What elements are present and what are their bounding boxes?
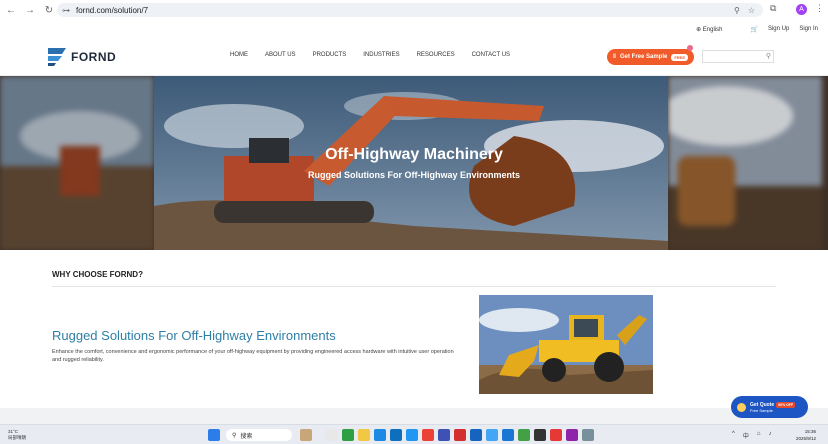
get-free-sample-button[interactable]: ǁ Get Free Sample FREE xyxy=(607,49,694,65)
app-icon[interactable] xyxy=(582,429,594,441)
volume-icon[interactable]: ♪ xyxy=(768,431,771,440)
quote-avatar-icon xyxy=(737,402,746,412)
wps-icon[interactable] xyxy=(454,429,466,441)
app-icon[interactable] xyxy=(550,429,562,441)
network-icon[interactable]: ⌂ xyxy=(757,431,761,440)
url-text: fornd.com/solution/7 xyxy=(76,5,149,15)
backhoe-loader-image xyxy=(479,295,653,394)
hero-subtitle: Rugged Solutions For Off-Highway Environ… xyxy=(307,170,520,180)
hero-title: Off-Highway Machinery xyxy=(325,146,503,163)
file-explorer-icon[interactable] xyxy=(358,429,370,441)
signin-link[interactable]: Sign In xyxy=(799,26,818,32)
quote-title: Get Quote xyxy=(750,401,775,408)
language-selector[interactable]: ⊕ English xyxy=(696,26,732,33)
extensions-icon[interactable]: ⧉ xyxy=(770,3,776,14)
app-icon[interactable] xyxy=(566,429,578,441)
forward-icon[interactable]: → xyxy=(22,2,38,18)
nav-contact-us[interactable]: CONTACT US xyxy=(472,52,510,58)
section-title: Rugged Solutions For Off-Highway Environ… xyxy=(52,328,336,343)
app-icon[interactable] xyxy=(534,429,546,441)
site-header: FORND HOME ABOUT US PRODUCTS INDUSTRIES … xyxy=(0,38,828,76)
search-icon[interactable]: ⚲ xyxy=(766,52,771,60)
system-tray: ^ 中 ⌂ ♪ xyxy=(732,431,771,440)
free-tag: FREE xyxy=(671,53,689,61)
taskbar-search-icon: ⚲ xyxy=(232,432,237,439)
nav-about-us[interactable]: ABOUT US xyxy=(265,52,296,58)
app-icon[interactable] xyxy=(300,429,312,441)
nav-products[interactable]: PRODUCTS xyxy=(313,52,347,58)
taskbar-start xyxy=(208,429,220,441)
nav-resources[interactable]: RESOURCES xyxy=(417,52,455,58)
app-icon[interactable] xyxy=(438,429,450,441)
hero-banner: Off-Highway Machinery Rugged Solutions F… xyxy=(0,76,828,250)
edge-browser-icon[interactable] xyxy=(374,429,386,441)
sample-button-label: Get Free Sample xyxy=(619,54,668,60)
clock-date: 2025/9/12 xyxy=(796,436,817,441)
nav-home[interactable]: HOME xyxy=(230,52,248,58)
nav-industries[interactable]: INDUSTRIES xyxy=(363,52,399,58)
logo-text: FORND xyxy=(71,50,117,64)
windows-start-icon[interactable] xyxy=(208,429,220,441)
app-icon[interactable] xyxy=(518,429,530,441)
taskbar-search-label: 搜索 xyxy=(240,433,253,440)
quote-sub: Free Sample xyxy=(750,407,773,413)
browser-menu-icon[interactable]: ⋮ xyxy=(815,3,824,14)
taskbar-search[interactable]: ⚲ 搜索 xyxy=(226,429,292,441)
profile-avatar[interactable]: A xyxy=(796,4,807,15)
site-info-icon[interactable]: ⊶ xyxy=(62,6,70,15)
tray-chevron-icon[interactable]: ^ xyxy=(732,431,735,440)
chrome-icon[interactable] xyxy=(422,429,434,441)
signup-link[interactable]: Sign Up xyxy=(768,26,789,32)
quote-badge: 90% OFF xyxy=(776,401,796,408)
get-quote-widget[interactable]: Get Quote 90% OFF Free Sample xyxy=(731,396,808,418)
site-topbar: ⊕ English 🛒 Sign Up Sign In xyxy=(0,20,828,38)
reload-icon[interactable]: ↻ xyxy=(41,2,57,18)
app-icon[interactable] xyxy=(390,429,402,441)
back-icon[interactable]: ← xyxy=(3,2,19,18)
logo-mark-icon xyxy=(48,48,66,66)
taskbar-apps xyxy=(300,429,594,441)
ime-indicator[interactable]: 中 xyxy=(743,431,749,440)
clock-time: 15:36 xyxy=(804,429,817,434)
main-nav: HOME ABOUT US PRODUCTS INDUSTRIES RESOUR… xyxy=(230,52,510,58)
section-text: Enhance the comfort, convenience and erg… xyxy=(52,349,454,363)
app-icon[interactable] xyxy=(342,429,354,441)
site-search-input[interactable]: ⚲ xyxy=(702,50,774,63)
gift-icon: ǁ xyxy=(612,54,616,60)
app-icon[interactable] xyxy=(326,429,338,441)
app-icon[interactable] xyxy=(486,429,498,441)
logo[interactable]: FORND xyxy=(46,46,116,68)
address-bar[interactable]: ⊶ fornd.com/solution/7 ⚲ ☆ xyxy=(57,3,763,17)
app-icon[interactable] xyxy=(502,429,514,441)
language-label: English xyxy=(702,26,723,33)
bookmark-star-icon[interactable]: ☆ xyxy=(748,6,755,15)
divider xyxy=(52,286,776,287)
notification-dot xyxy=(687,45,693,51)
app-icon[interactable] xyxy=(406,429,418,441)
taskbar-clock[interactable]: 15:36 2025/9/12 xyxy=(796,428,816,442)
app-icon[interactable] xyxy=(470,429,482,441)
zoom-icon[interactable]: ⚲ xyxy=(734,6,740,15)
why-heading: WHY CHOOSE FORND? xyxy=(52,270,143,279)
footer-band xyxy=(0,408,828,424)
browser-toolbar: ← → ↻ ⊶ fornd.com/solution/7 ⚲ ☆ ⧉ A ⋮ xyxy=(0,0,828,20)
weather-widget[interactable]: 31°C 局部晴朗 xyxy=(8,429,26,441)
weather-desc: 局部晴朗 xyxy=(8,435,26,440)
windows-taskbar: 31°C 局部晴朗 ⚲ 搜索 ^ 中 ⌂ ♪ 15:36 2025/9/12 xyxy=(0,424,828,444)
cart-icon[interactable]: 🛒 xyxy=(750,26,757,33)
